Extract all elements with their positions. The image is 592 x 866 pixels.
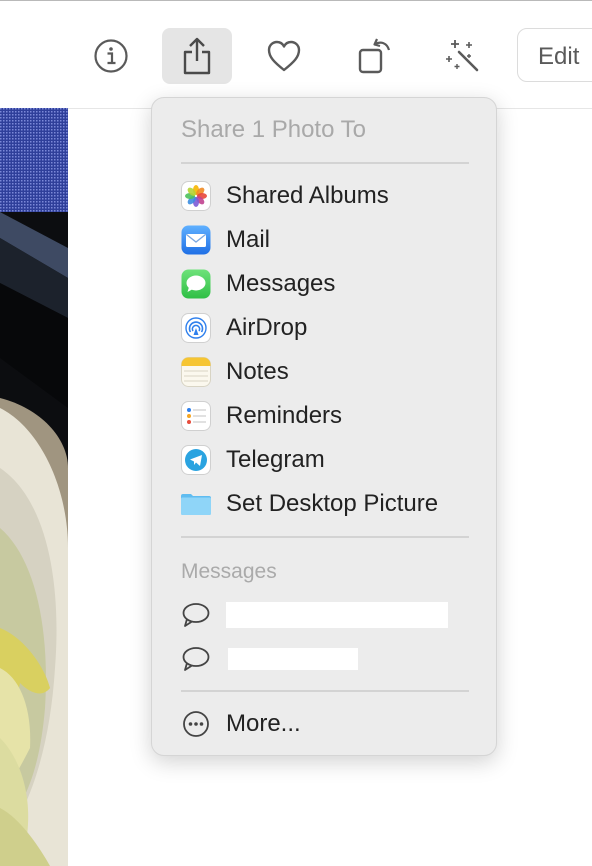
message-contact-1[interactable] (170, 598, 480, 634)
menu-item-label: Reminders (226, 402, 343, 429)
message-bubble-icon (182, 603, 210, 627)
menu-item-messages[interactable]: Messages (170, 265, 480, 305)
menu-item-more[interactable]: More... (170, 705, 480, 745)
photo-canvas[interactable] (0, 108, 68, 866)
menu-item-telegram[interactable]: Telegram (170, 441, 480, 481)
share-button[interactable] (162, 28, 232, 84)
menu-item-mail[interactable]: Mail (170, 221, 480, 261)
share-icon (183, 37, 211, 75)
airdrop-icon (181, 313, 211, 343)
menu-item-label: Shared Albums (226, 182, 389, 209)
toolbar: Edit (0, 4, 592, 109)
info-icon (94, 39, 128, 73)
ellipsis-circle-icon (183, 711, 209, 737)
redacted-contact-name (228, 648, 358, 670)
menu-item-label: Notes (226, 358, 289, 385)
menu-item-label: Set Desktop Picture (226, 490, 439, 517)
desktop-folder-icon (181, 494, 211, 515)
edit-button-label: Edit (538, 43, 580, 70)
menu-item-notes[interactable]: Notes (170, 353, 480, 393)
menu-item-label: Messages (226, 270, 336, 297)
menu-separator (181, 162, 469, 164)
photos-icon (181, 181, 211, 211)
menu-separator (181, 536, 469, 538)
reminders-icon (181, 401, 211, 431)
menu-separator (181, 690, 469, 692)
menu-item-reminders[interactable]: Reminders (170, 397, 480, 437)
telegram-icon (181, 445, 211, 475)
share-menu: Share 1 Photo To Shared Albums Mail Mess… (151, 97, 497, 756)
notes-icon (181, 357, 211, 387)
magic-wand-icon (446, 40, 479, 72)
mail-icon (181, 225, 211, 255)
menu-item-set-desktop-picture[interactable]: Set Desktop Picture (170, 485, 480, 525)
menu-item-label: Mail (226, 226, 271, 253)
menu-item-label: AirDrop (226, 314, 308, 341)
auto-enhance-button[interactable] (428, 28, 498, 84)
share-menu-header: Share 1 Photo To (181, 116, 367, 143)
menu-item-airdrop[interactable]: AirDrop (170, 309, 480, 349)
menu-item-shared-albums[interactable]: Shared Albums (170, 177, 480, 217)
menu-item-label: Telegram (226, 446, 325, 473)
info-button[interactable] (76, 28, 146, 84)
messages-section-label: Messages (181, 560, 277, 583)
photo-image (0, 108, 68, 866)
rotate-icon (358, 38, 391, 74)
favorite-button[interactable] (249, 28, 319, 84)
message-contact-2[interactable] (170, 642, 480, 678)
rotate-button[interactable] (340, 28, 410, 84)
messages-icon (181, 269, 211, 299)
heart-icon (267, 40, 301, 72)
redacted-contact-name (226, 602, 448, 628)
edit-button[interactable]: Edit (517, 28, 592, 82)
menu-item-label: More... (226, 710, 301, 737)
message-bubble-icon (182, 647, 210, 671)
